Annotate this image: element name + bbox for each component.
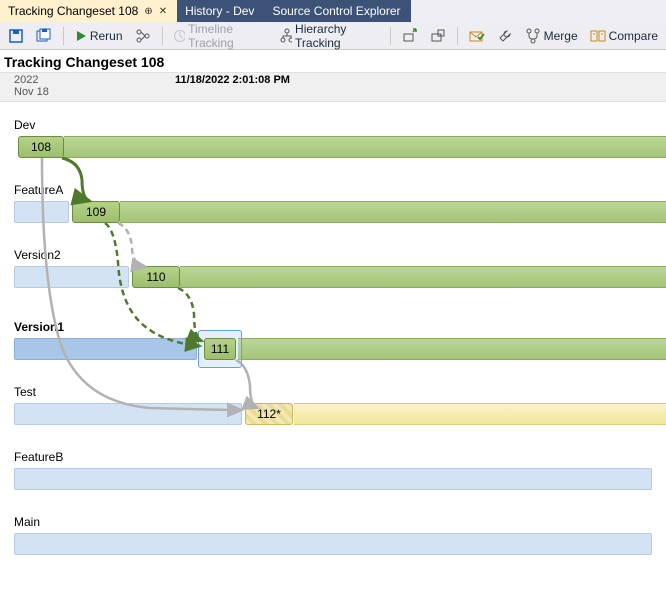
branch-label-main: Main: [14, 515, 40, 529]
tab-source-control-explorer[interactable]: Source Control Explorer: [264, 0, 410, 22]
pin-icon[interactable]: ⊕: [144, 6, 152, 17]
branch-button[interactable]: [131, 26, 155, 46]
expand-icon: [430, 28, 446, 44]
close-icon[interactable]: ✕: [159, 6, 167, 17]
compare-label: Compare: [609, 29, 658, 43]
compare-icon: [590, 28, 606, 44]
page-title: Tracking Changeset 108: [0, 50, 666, 72]
play-icon: [75, 30, 87, 42]
check-button[interactable]: [465, 27, 489, 45]
collapse-icon: [402, 28, 418, 44]
envelope-check-icon: [469, 29, 485, 43]
save-all-icon: [36, 28, 52, 44]
branch-label-featureb: FeatureB: [14, 450, 63, 464]
expand-button[interactable]: [426, 26, 450, 46]
save-button[interactable]: [4, 26, 28, 46]
hierarchy-label: Hierarchy Tracking: [295, 22, 379, 50]
branch-label-test: Test: [14, 385, 36, 399]
tracking-visualization[interactable]: Dev 108 FeatureA 109 Version2 110 Versio…: [0, 102, 666, 594]
tab-label: Tracking Changeset 108: [8, 4, 138, 18]
compare-button[interactable]: Compare: [586, 26, 662, 46]
timeline-tracking-button: Timeline Tracking: [169, 20, 270, 52]
lane-test-blue: [14, 403, 242, 425]
branch-label-version1: Version1: [14, 320, 64, 334]
tab-label: History - Dev: [185, 4, 254, 18]
save-all-button[interactable]: [32, 26, 56, 46]
lane-dev: [64, 136, 666, 158]
separator: [63, 27, 64, 45]
save-icon: [8, 28, 24, 44]
branch-label-featurea: FeatureA: [14, 183, 63, 197]
changeset-111[interactable]: 111: [204, 338, 236, 360]
changeset-109[interactable]: 109: [72, 201, 120, 223]
branch-label-dev: Dev: [14, 118, 35, 132]
lane-test: [294, 403, 666, 425]
separator: [162, 27, 163, 45]
tab-label: Source Control Explorer: [272, 4, 400, 18]
lane-version1: [238, 338, 666, 360]
options-button[interactable]: [493, 26, 517, 46]
merge-icon: [525, 28, 541, 44]
lane-featurea-blue: [14, 201, 69, 223]
lane-version2-blue: [14, 266, 129, 288]
collapse-button[interactable]: [398, 26, 422, 46]
lane-featurea: [120, 201, 666, 223]
hierarchy-tracking-button[interactable]: Hierarchy Tracking: [275, 20, 383, 52]
tab-history-dev[interactable]: History - Dev: [177, 0, 264, 22]
lane-version1-blue: [14, 338, 197, 360]
merge-button[interactable]: Merge: [521, 26, 582, 46]
separator: [457, 27, 458, 45]
lane-version2: [180, 266, 666, 288]
lane-featureb: [14, 468, 652, 490]
changeset-108[interactable]: 108: [18, 136, 64, 158]
wrench-icon: [497, 28, 513, 44]
timeline-label: Timeline Tracking: [188, 22, 267, 50]
merge-label: Merge: [544, 29, 578, 43]
month-day-label: Nov 18: [14, 86, 49, 98]
clock-icon: [173, 29, 185, 43]
rerun-button[interactable]: Rerun: [71, 27, 127, 45]
lane-main: [14, 533, 652, 555]
changeset-110[interactable]: 110: [132, 266, 180, 288]
tab-bar: Tracking Changeset 108 ⊕ ✕ History - Dev…: [0, 0, 666, 22]
separator: [390, 27, 391, 45]
datetime-label: 11/18/2022 2:01:08 PM: [175, 74, 290, 86]
time-header: 2022 Nov 18 11/18/2022 2:01:08 PM: [0, 72, 666, 102]
year-label: 2022: [14, 74, 38, 86]
tab-tracking-changeset[interactable]: Tracking Changeset 108 ⊕ ✕: [0, 0, 177, 22]
toolbar: Rerun Timeline Tracking Hierarchy Tracki…: [0, 22, 666, 50]
hierarchy-icon: [135, 28, 151, 44]
hierarchy-icon: [279, 28, 292, 44]
branch-label-version2: Version2: [14, 248, 61, 262]
changeset-112[interactable]: 112*: [245, 403, 293, 425]
rerun-label: Rerun: [90, 29, 123, 43]
